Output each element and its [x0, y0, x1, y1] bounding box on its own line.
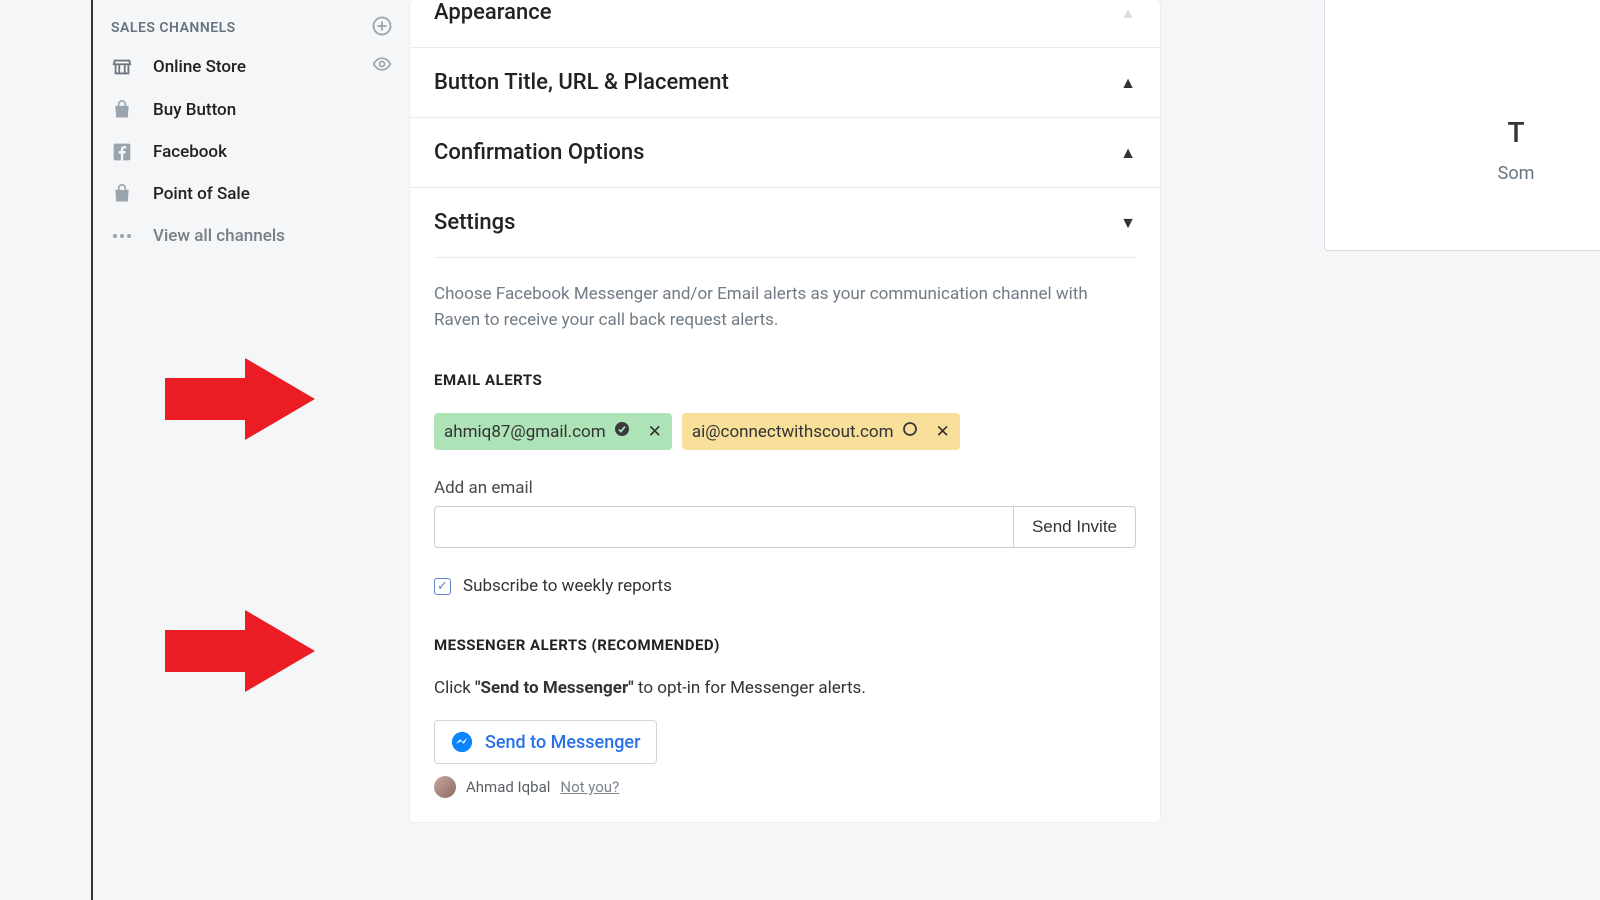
accordion-button[interactable]: Button Title, URL & Placement ▲	[410, 48, 1160, 118]
email-chip: ahmiq87@gmail.com ✕	[434, 413, 672, 450]
sidebar-item-pos[interactable]: Point of Sale	[93, 173, 410, 215]
email-address: ahmiq87@gmail.com	[444, 422, 606, 442]
checkbox-icon[interactable]: ✓	[434, 578, 451, 595]
settings-description: Choose Facebook Messenger and/or Email a…	[434, 282, 1136, 333]
not-you-link[interactable]: Not you?	[560, 778, 619, 796]
email-chips: ahmiq87@gmail.com ✕ ai@connectwithscout.…	[434, 413, 1136, 450]
chevron-down-icon: ▼	[1120, 213, 1136, 233]
sidebar-item-online-store[interactable]: Online Store	[93, 44, 410, 89]
messenger-button-label: Send to Messenger	[485, 732, 640, 753]
side-card-subtitle: Som	[1429, 163, 1600, 184]
remove-email-button[interactable]: ✕	[936, 422, 950, 442]
chevron-up-icon: ▲	[1120, 3, 1136, 23]
avatar	[434, 776, 456, 798]
sidebar: SALES CHANNELS Online Store Buy Button F…	[91, 0, 410, 900]
settings-card: Appearance ▲ Button Title, URL & Placeme…	[410, 0, 1160, 822]
accordion-title: Appearance	[434, 0, 552, 25]
email-chip: ai@connectwithscout.com ✕	[682, 413, 960, 450]
sidebar-item-label: Point of Sale	[153, 184, 392, 204]
side-card-title: T	[1429, 116, 1600, 149]
user-name: Ahmad Iqbal	[466, 778, 550, 796]
facebook-icon	[111, 141, 133, 163]
remove-email-button[interactable]: ✕	[648, 422, 662, 442]
bag-icon	[111, 99, 133, 121]
pending-icon	[902, 421, 918, 442]
chevron-up-icon: ▲	[1120, 73, 1136, 93]
store-icon	[111, 56, 133, 78]
sidebar-item-label: Online Store	[153, 57, 372, 77]
sidebar-item-label: Facebook	[153, 142, 392, 162]
messenger-alerts-label: MESSENGER ALERTS (RECOMMENDED)	[434, 636, 1136, 654]
sidebar-item-buy-button[interactable]: Buy Button	[93, 89, 410, 131]
sidebar-item-label: Buy Button	[153, 100, 392, 120]
checkbox-label: Subscribe to weekly reports	[463, 576, 672, 596]
add-channel-icon[interactable]	[372, 16, 392, 40]
send-invite-button[interactable]: Send Invite	[1014, 506, 1136, 548]
accordion-settings[interactable]: Settings ▼	[410, 188, 1160, 257]
more-icon	[111, 225, 133, 247]
sidebar-header: SALES CHANNELS	[93, 12, 410, 44]
email-alerts-label: EMAIL ALERTS	[434, 371, 1136, 389]
accordion-appearance[interactable]: Appearance ▲	[410, 0, 1160, 48]
add-email-label: Add an email	[434, 478, 1136, 498]
divider	[434, 257, 1136, 258]
bag-icon	[111, 183, 133, 205]
eye-icon[interactable]	[372, 54, 392, 79]
messenger-user-row: Ahmad Iqbal Not you?	[434, 776, 1136, 798]
accordion-title: Confirmation Options	[434, 140, 644, 165]
subscribe-checkbox-row[interactable]: ✓ Subscribe to weekly reports	[434, 576, 1136, 596]
settings-body: Choose Facebook Messenger and/or Email a…	[410, 257, 1160, 822]
email-input[interactable]	[434, 506, 1014, 548]
accordion-title: Button Title, URL & Placement	[434, 70, 729, 95]
accordion-confirmation[interactable]: Confirmation Options ▲	[410, 118, 1160, 188]
side-card: T Som	[1324, 0, 1600, 251]
verified-icon	[614, 421, 630, 442]
send-to-messenger-button[interactable]: Send to Messenger	[434, 720, 657, 764]
annotation-arrow	[165, 610, 315, 692]
email-address: ai@connectwithscout.com	[692, 422, 894, 442]
messenger-icon	[451, 731, 473, 753]
sidebar-item-label: View all channels	[153, 226, 392, 246]
accordion-title: Settings	[434, 210, 515, 235]
sidebar-item-facebook[interactable]: Facebook	[93, 131, 410, 173]
chevron-up-icon: ▲	[1120, 143, 1136, 163]
sidebar-header-label: SALES CHANNELS	[111, 20, 236, 36]
email-input-row: Send Invite	[434, 506, 1136, 548]
messenger-hint: Click "Send to Messenger" to opt-in for …	[434, 678, 1136, 698]
annotation-arrow	[165, 358, 315, 440]
sidebar-item-view-all[interactable]: View all channels	[93, 215, 410, 257]
